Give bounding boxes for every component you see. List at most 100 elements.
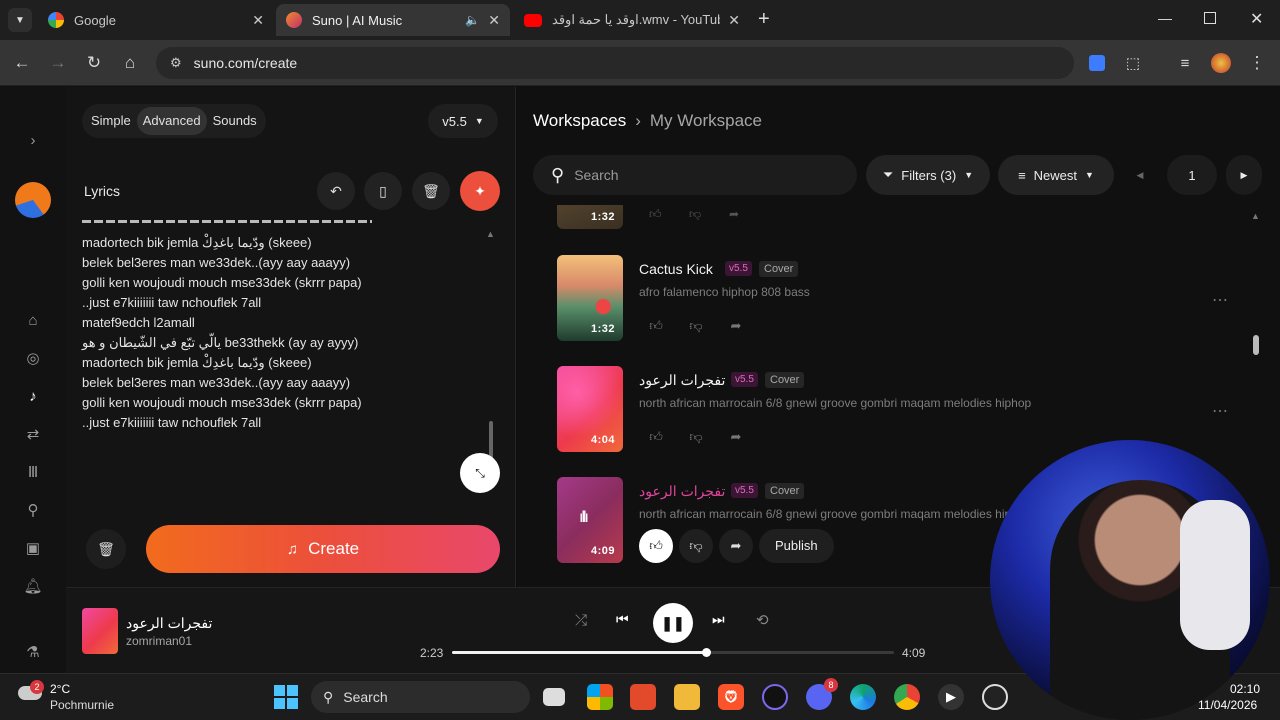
progress-track[interactable] bbox=[452, 648, 894, 657]
song-row-partial[interactable]: 1:32 👍︎ 👎︎ ➦ bbox=[557, 205, 1237, 229]
magic-wand-icon[interactable]: ✦ bbox=[460, 171, 500, 211]
publish-button[interactable]: Publish bbox=[759, 529, 834, 563]
media-control-icon[interactable]: ≡ bbox=[1172, 50, 1198, 76]
store-icon[interactable] bbox=[587, 684, 613, 710]
share-icon[interactable]: ➦ bbox=[729, 207, 739, 221]
scroll-up-arrow-icon[interactable]: ▲ bbox=[1251, 211, 1260, 221]
delete-lyrics-icon[interactable]: 🗑︎ bbox=[412, 172, 450, 210]
collapse-icon[interactable]: ⤡ bbox=[460, 453, 500, 493]
previous-track-icon[interactable]: ⏮ bbox=[616, 611, 629, 628]
office-icon[interactable] bbox=[630, 684, 656, 710]
tab-google[interactable]: Google ✕ bbox=[38, 4, 274, 36]
shuffle-icon[interactable]: ⤮ bbox=[575, 612, 587, 629]
extensions-icon[interactable]: ⬚ bbox=[1120, 50, 1146, 76]
new-tab-icon[interactable]: + bbox=[758, 8, 770, 31]
forward-icon[interactable]: → bbox=[45, 50, 71, 76]
brave-icon[interactable]: 🦁︎ bbox=[718, 684, 744, 710]
thumbs-up-icon[interactable]: 👍︎ bbox=[641, 422, 671, 452]
mode-sounds-tab[interactable]: Sounds bbox=[207, 107, 263, 135]
tab-suno[interactable]: Suno | AI Music 🔈 ✕ bbox=[276, 4, 510, 36]
close-icon[interactable]: ✕ bbox=[488, 12, 500, 29]
trash-icon[interactable]: 🗑︎ bbox=[86, 529, 126, 569]
media-player-icon[interactable]: ▶ bbox=[938, 684, 964, 710]
close-icon[interactable]: ✕ bbox=[252, 12, 264, 29]
workspace-scrollbar[interactable] bbox=[1253, 335, 1259, 355]
more-options-icon[interactable]: ⋯ bbox=[1203, 394, 1237, 428]
now-playing-title[interactable]: تفجرات الرعود bbox=[126, 615, 212, 632]
create-button[interactable]: ♫ Create bbox=[146, 525, 500, 573]
home-icon[interactable]: ⌂ bbox=[117, 50, 143, 76]
explore-icon[interactable]: ◎ bbox=[22, 347, 44, 369]
song-title[interactable]: Cactus Kick bbox=[639, 261, 713, 277]
tab-youtube[interactable]: اوقد يا حمة اوقد.wmv - YouTube ✕ bbox=[514, 4, 750, 36]
bookmark-icon[interactable]: ▯ bbox=[364, 172, 402, 210]
profile-avatar-icon[interactable] bbox=[1208, 50, 1234, 76]
clock-time[interactable]: 02:10 bbox=[1230, 682, 1260, 696]
thumbs-down-icon[interactable]: 👎︎ bbox=[681, 422, 711, 452]
edge-icon[interactable] bbox=[850, 684, 876, 710]
next-track-icon[interactable]: ⏭ bbox=[712, 611, 725, 628]
more-options-icon[interactable]: ⋯ bbox=[1203, 283, 1237, 317]
discord-icon[interactable]: 8 bbox=[806, 678, 838, 710]
thumbs-up-icon[interactable]: 👍︎ bbox=[639, 529, 673, 563]
labs-flask-icon[interactable]: ⚗ bbox=[22, 641, 44, 663]
song-row[interactable]: 1:32 Cactus Kick v5.5 Cover afro falamen… bbox=[557, 255, 1237, 345]
user-avatar[interactable] bbox=[15, 182, 51, 218]
song-title[interactable]: تفجرات الرعود bbox=[639, 372, 725, 389]
tab-search-icon[interactable]: ▼ bbox=[8, 8, 32, 32]
minimize-icon[interactable]: — bbox=[1158, 10, 1172, 26]
mode-simple-tab[interactable]: Simple bbox=[85, 107, 137, 135]
obs-icon[interactable] bbox=[982, 684, 1008, 710]
song-title[interactable]: تفجرات الرعود bbox=[639, 483, 725, 500]
close-icon[interactable]: ✕ bbox=[728, 12, 740, 29]
back-icon[interactable]: ← bbox=[9, 50, 35, 76]
restore-icon[interactable] bbox=[1204, 12, 1216, 24]
next-page-button[interactable]: ▶ bbox=[1226, 155, 1262, 195]
notifications-bell-icon[interactable]: 🔔︎ bbox=[22, 575, 44, 597]
undo-icon[interactable]: ↶ bbox=[317, 172, 355, 210]
thumbs-up-icon[interactable]: 👍︎ bbox=[641, 311, 671, 341]
search-icon[interactable]: ⚲ bbox=[22, 499, 44, 521]
share-icon[interactable]: ➦ bbox=[719, 529, 753, 563]
windows-start-icon[interactable] bbox=[273, 684, 299, 710]
chrome-icon[interactable] bbox=[894, 684, 920, 710]
studio-icon[interactable]: ⇄ bbox=[22, 423, 44, 445]
file-explorer-icon[interactable] bbox=[674, 684, 700, 710]
scroll-up-arrow-icon[interactable]: ▲ bbox=[486, 229, 495, 239]
breadcrumb-workspaces[interactable]: Workspaces bbox=[533, 111, 626, 131]
thumbs-down-icon[interactable]: 👎︎ bbox=[681, 311, 711, 341]
home-icon[interactable]: ⌂ bbox=[22, 309, 44, 331]
pause-button[interactable]: ❚❚ bbox=[653, 603, 693, 643]
thumbs-down-icon[interactable]: 👎︎ bbox=[689, 207, 701, 222]
filters-button[interactable]: ⏷ Filters (3) ▼ bbox=[866, 155, 990, 195]
create-music-icon[interactable]: ♪ bbox=[22, 385, 44, 407]
extension-shield-icon[interactable] bbox=[1084, 50, 1110, 76]
thumbs-up-icon[interactable]: 👍︎ bbox=[649, 207, 662, 222]
repeat-icon[interactable]: ⟲ bbox=[756, 611, 769, 629]
sort-button[interactable]: ≡ Newest ▼ bbox=[998, 155, 1114, 195]
thumbs-down-icon[interactable]: 👎︎ bbox=[679, 529, 713, 563]
close-window-icon[interactable]: ✕ bbox=[1250, 9, 1263, 29]
lyrics-editor[interactable]: madortech bik jemla ودّيما باغدِكْ (skee… bbox=[82, 233, 482, 433]
now-playing-artwork[interactable] bbox=[82, 608, 118, 654]
speaker-icon[interactable]: 🔈 bbox=[465, 13, 480, 27]
reload-icon[interactable]: ↻ bbox=[81, 50, 107, 76]
task-view-icon[interactable] bbox=[543, 688, 565, 706]
model-version-select[interactable]: v5.5 ▼ bbox=[428, 104, 498, 138]
menu-icon[interactable]: ⋮ bbox=[1244, 50, 1270, 76]
prev-page-button[interactable]: ◀ bbox=[1122, 155, 1158, 195]
progress-knob[interactable] bbox=[701, 648, 711, 657]
share-icon[interactable]: ➦ bbox=[721, 422, 751, 452]
share-icon[interactable]: ➦ bbox=[721, 311, 751, 341]
expand-chevron-icon[interactable]: › bbox=[22, 129, 44, 151]
mode-advanced-tab[interactable]: Advanced bbox=[136, 107, 207, 135]
search-input[interactable]: ⚲ Search bbox=[533, 155, 857, 195]
library-icon[interactable]: Ⅲ bbox=[22, 461, 44, 483]
taskbar-search[interactable]: ⚲ Search bbox=[311, 681, 530, 713]
weather-widget[interactable]: 2 2°C Pochmurnie bbox=[18, 680, 138, 716]
address-bar[interactable]: ⚙ suno.com/create bbox=[156, 47, 1074, 79]
site-info-icon[interactable]: ⚙ bbox=[170, 55, 182, 71]
inbox-icon[interactable]: ▣ bbox=[22, 537, 44, 559]
app-circle-icon[interactable] bbox=[762, 684, 788, 710]
now-playing-artist[interactable]: zomriman01 bbox=[126, 634, 192, 648]
